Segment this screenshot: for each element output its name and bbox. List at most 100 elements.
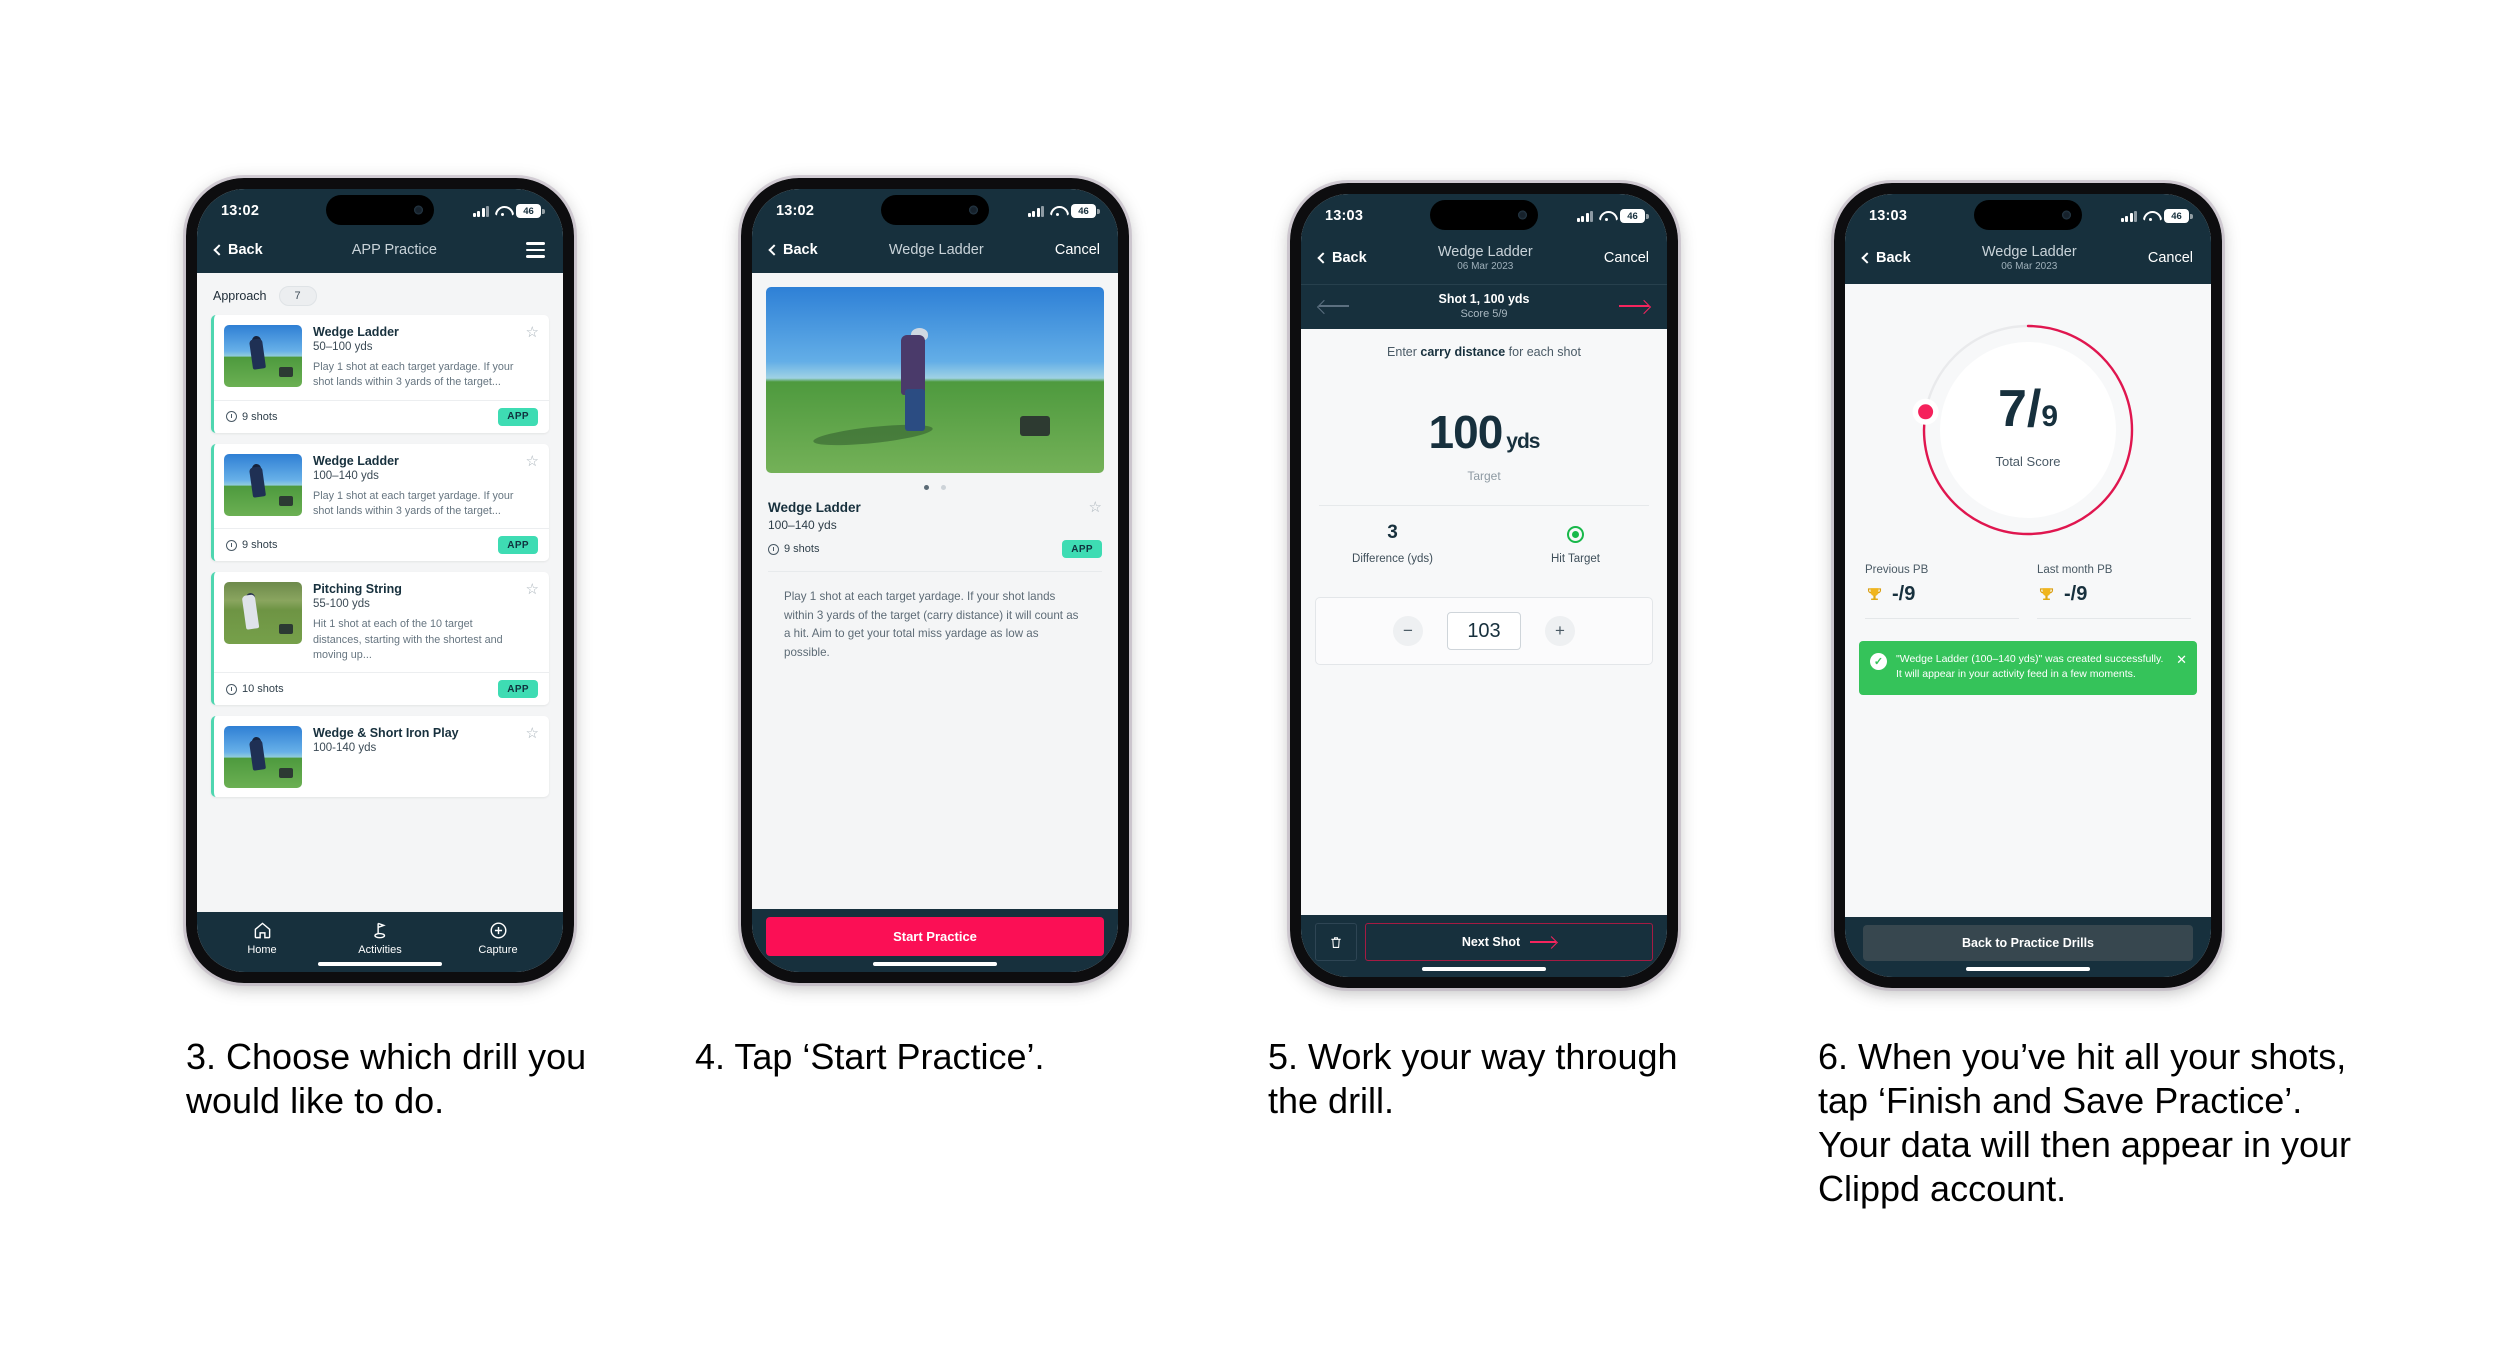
stat-difference: 3 Difference (yds) [1301, 522, 1484, 565]
drill-meta: 9 shots APP [752, 532, 1118, 558]
camera-lens-icon [414, 205, 423, 215]
home-icon [254, 922, 270, 939]
nav-bar: Back APP Practice [197, 233, 563, 273]
cancel-button[interactable]: Cancel [2148, 250, 2193, 266]
status-icons: 46 [1027, 204, 1100, 218]
caption-step-5: 5. Work your way through the drill. [1268, 1036, 1678, 1121]
back-label: Back [1876, 250, 1911, 266]
target-value-row: 100 yds [1301, 405, 1667, 459]
arrow-right-icon[interactable] [1619, 299, 1649, 313]
drill-header: Wedge Ladder 100–140 yds ☆ [752, 500, 1118, 532]
prompt-bold: carry distance [1420, 345, 1506, 359]
cancel-button[interactable]: Cancel [1604, 250, 1649, 266]
shot-score: Score 5/9 [1460, 308, 1508, 320]
dynamic-island [1974, 200, 2082, 230]
list-item[interactable]: Wedge Ladder 50–100 yds Play 1 shot at e… [211, 315, 549, 433]
arrow-left-icon[interactable] [1319, 299, 1349, 313]
footer-bar: Next Shot [1301, 915, 1667, 977]
list-item[interactable]: Wedge Ladder 100–140 yds Play 1 shot at … [211, 443, 549, 562]
drill-description: Hit 1 shot at each of the 10 target dist… [313, 618, 503, 661]
personal-bests: Previous PB -/9 Last month PB -/9 [1845, 546, 2211, 619]
quantity-stepper[interactable]: − 103 + [1315, 597, 1653, 665]
cancel-button[interactable]: Cancel [1055, 242, 1100, 258]
prompt-pre: Enter [1387, 345, 1421, 359]
stat-label: Difference (yds) [1352, 553, 1433, 565]
back-label: Back [783, 242, 818, 258]
start-practice-button[interactable]: Start Practice [766, 917, 1104, 956]
drill-list: Approach 7 Wedge Ladder 50–100 yds Play … [197, 273, 563, 912]
trophy-icon [1867, 588, 1882, 601]
dynamic-island [1430, 200, 1538, 230]
increment-button[interactable]: + [1545, 616, 1575, 646]
sidebar-item-activities[interactable]: Activities [321, 921, 439, 956]
phone3-screen: 13:03 46 Back Wedge Ladder 06 Mar 2023 C… [1301, 194, 1667, 977]
battery-indicator: 46 [516, 204, 545, 218]
nav-bar: Back Wedge Ladder 06 Mar 2023 Cancel [1845, 238, 2211, 284]
list-item[interactable]: Wedge & Short Iron Play 100-140 yds ☆ [211, 716, 549, 798]
battery-indicator: 46 [1071, 204, 1100, 218]
status-bar: 13:03 46 [1301, 194, 1667, 238]
drill-top: Pitching String 55-100 yds Hit 1 shot at… [214, 572, 549, 672]
drill-thumbnail [224, 325, 302, 387]
tutorial-screenshot-sheet: 13:02 46 Back APP Practice Approach 7 We… [0, 0, 2503, 1347]
drill-hero-image [766, 287, 1104, 473]
back-button[interactable]: Back [213, 242, 263, 258]
shots-label: 9 shots [242, 539, 278, 552]
back-to-practice-drills-button[interactable]: Back to Practice Drills [1863, 925, 2193, 961]
drill-footer: 9 shots APP [214, 399, 549, 433]
drill-top: Wedge Ladder 50–100 yds Play 1 shot at e… [214, 315, 549, 400]
drill-range: 55-100 yds [313, 598, 370, 611]
next-shot-button[interactable]: Next Shot [1365, 923, 1653, 961]
favorite-star-icon[interactable]: ☆ [526, 454, 539, 520]
toast-message: "Wedge Ladder (100–140 yds)" was created… [1896, 653, 2164, 681]
pb-label: Previous PB [1865, 564, 1929, 576]
favorite-star-icon[interactable]: ☆ [526, 726, 539, 788]
carousel-dots[interactable] [752, 473, 1118, 500]
favorite-star-icon[interactable]: ☆ [1089, 500, 1102, 515]
wifi-icon [495, 206, 510, 217]
close-icon[interactable]: ✕ [2176, 653, 2187, 683]
phone-mockup-3: 13:03 46 Back Wedge Ladder 06 Mar 2023 C… [1287, 180, 1681, 991]
drill-name: Wedge & Short Iron Play [313, 726, 459, 741]
status-time: 13:03 [1325, 208, 1364, 224]
carousel-dot[interactable] [941, 485, 946, 490]
carry-distance-input[interactable]: 103 [1447, 612, 1521, 650]
back-button[interactable]: Back [1861, 250, 1911, 266]
category-badge: APP [498, 536, 538, 555]
list-item[interactable]: Pitching String 55-100 yds Hit 1 shot at… [211, 572, 549, 706]
target-display: 100 yds Target [1301, 359, 1667, 483]
drill-top: Wedge & Short Iron Play 100-140 yds ☆ [214, 716, 549, 797]
cellular-bars-icon [2120, 210, 2137, 222]
category-badge: APP [1062, 540, 1102, 558]
nav-center: APP Practice [263, 242, 526, 258]
drill-top: Wedge Ladder 100–140 yds Play 1 shot at … [214, 444, 549, 529]
hamburger-menu-icon[interactable] [526, 242, 545, 258]
drill-name: Pitching String [313, 582, 402, 597]
chevron-left-icon [1861, 251, 1873, 264]
cellular-bars-icon [1027, 205, 1044, 217]
score-progress-ring: 7/9 Total Score [1912, 324, 2134, 536]
sidebar-item-home[interactable]: Home [203, 921, 321, 956]
home-indicator [1966, 966, 2090, 971]
camera-lens-icon [969, 205, 978, 215]
sidebar-item-capture[interactable]: Capture [439, 921, 557, 956]
pb-value: -/9 [1892, 583, 1916, 605]
caption-step-3: 3. Choose which drill you would like to … [186, 1036, 587, 1121]
camera-lens-icon [1518, 210, 1527, 220]
back-label: Back [228, 242, 263, 258]
divider [2037, 618, 2191, 619]
back-button[interactable]: Back [1317, 250, 1367, 266]
back-button[interactable]: Back [768, 242, 818, 258]
shots-label: 9 shots [242, 410, 278, 423]
favorite-star-icon[interactable]: ☆ [526, 582, 539, 663]
battery-indicator: 46 [1620, 209, 1649, 223]
camera-lens-icon [2062, 210, 2071, 220]
success-toast: ✓ "Wedge Ladder (100–140 yds)" was creat… [1859, 641, 2197, 695]
carousel-dot-active[interactable] [924, 485, 929, 490]
category-badge: APP [498, 680, 538, 699]
drill-range: 100–140 yds [768, 518, 837, 532]
pb-label: Last month PB [2037, 564, 2113, 576]
decrement-button[interactable]: − [1393, 616, 1423, 646]
favorite-star-icon[interactable]: ☆ [526, 325, 539, 391]
trash-icon[interactable] [1315, 923, 1357, 961]
